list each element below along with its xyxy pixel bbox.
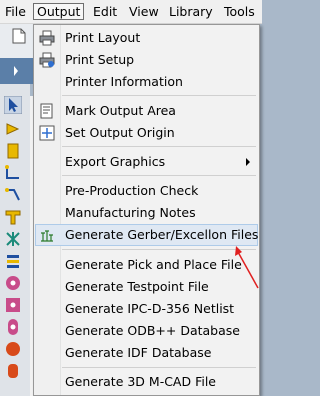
printer-setup-icon (39, 52, 55, 68)
menu-item-print-setup[interactable]: Print Setup (35, 49, 258, 71)
menu-edit[interactable]: Edit (90, 3, 120, 20)
menu-item-generate-ipc-netlist[interactable]: Generate IPC-D-356 Netlist (35, 298, 258, 320)
component-place-icon[interactable] (4, 120, 22, 138)
menu-file[interactable]: File (2, 3, 29, 20)
trace-bend-icon[interactable] (4, 186, 22, 204)
layer-stack-icon[interactable] (4, 252, 22, 270)
menu-item-generate-3d-mcad[interactable]: Generate 3D M-CAD File (35, 371, 258, 393)
ratsnest-icon[interactable] (4, 230, 22, 248)
output-menu-dropdown: Print Layout Print Setup Printer Informa… (33, 24, 260, 396)
via-red-icon[interactable] (4, 340, 22, 358)
submenu-arrow-icon (246, 158, 250, 166)
menu-item-mark-output-area[interactable]: Mark Output Area (35, 100, 258, 122)
t-junction-icon[interactable] (4, 208, 22, 226)
chip-icon[interactable] (4, 142, 22, 160)
menu-item-printer-information[interactable]: Printer Information (35, 71, 258, 93)
menu-item-print-layout[interactable]: Print Layout (35, 27, 258, 49)
via-orange-icon[interactable] (4, 362, 22, 380)
menu-item-generate-odb[interactable]: Generate ODB++ Database (35, 320, 258, 342)
origin-icon (39, 125, 55, 141)
menu-output[interactable]: Output (33, 3, 85, 20)
menu-item-generate-gerber-excellon[interactable]: Generate Gerber/Excellon Files (35, 224, 258, 246)
menu-library[interactable]: Library (166, 3, 216, 20)
printer-icon (39, 30, 55, 46)
menu-separator (62, 175, 256, 176)
menu-item-pre-production-check[interactable]: Pre-Production Check (35, 180, 258, 202)
menu-bar: File Output Edit View Library Tools (0, 0, 262, 24)
pad-oval-icon[interactable] (4, 318, 22, 336)
menu-separator (62, 249, 256, 250)
menu-view[interactable]: View (126, 3, 162, 20)
menu-tools[interactable]: Tools (221, 3, 258, 20)
select-pointer-icon[interactable] (4, 96, 22, 114)
menu-separator (62, 95, 256, 96)
route-icon[interactable] (4, 164, 22, 182)
pad-square-icon[interactable] (4, 296, 22, 314)
left-toolbar (0, 84, 30, 396)
menu-separator (62, 146, 256, 147)
pad-round-icon[interactable] (4, 274, 22, 292)
menu-item-generate-testpoint[interactable]: Generate Testpoint File (35, 276, 258, 298)
menu-item-set-output-origin[interactable]: Set Output Origin (35, 122, 258, 144)
menu-item-export-graphics[interactable]: Export Graphics (35, 151, 258, 173)
gerber-icon (41, 230, 53, 242)
menu-item-manufacturing-notes[interactable]: Manufacturing Notes (35, 202, 258, 224)
mark-area-icon (40, 103, 53, 119)
canvas-tab-icon (0, 58, 36, 84)
menu-item-generate-pick-and-place[interactable]: Generate Pick and Place File (35, 254, 258, 276)
menu-item-generate-idf[interactable]: Generate IDF Database (35, 342, 258, 364)
top-toolbar-area (0, 24, 36, 84)
new-document-icon[interactable] (12, 28, 26, 44)
menu-separator (62, 367, 256, 368)
